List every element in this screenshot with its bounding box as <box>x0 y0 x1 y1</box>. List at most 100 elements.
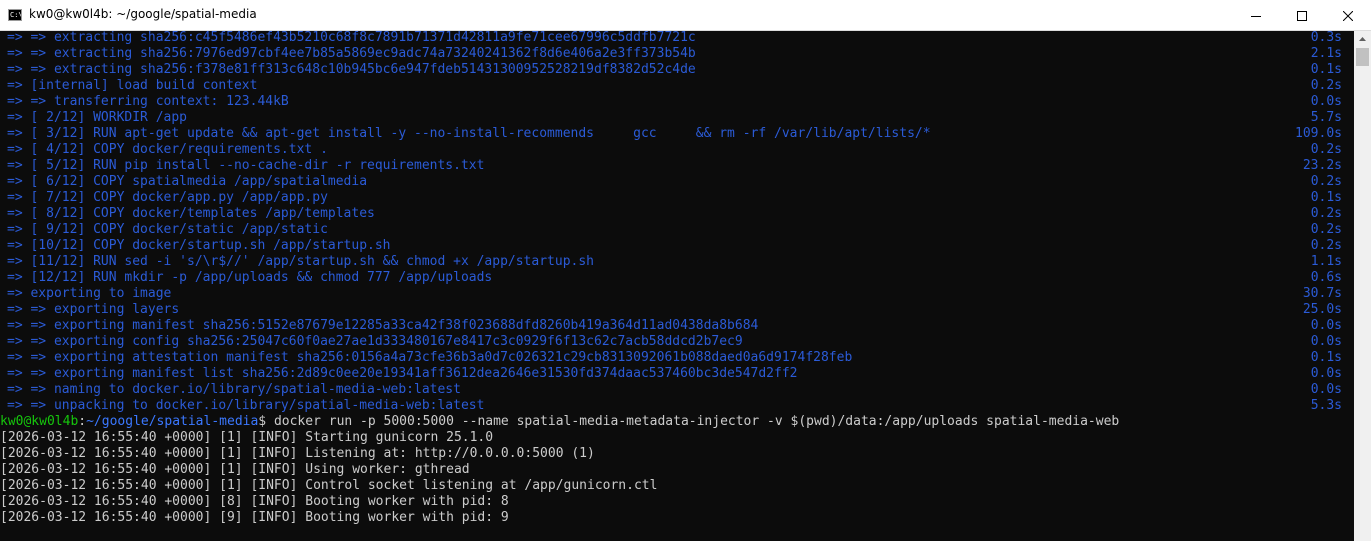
server-log-line: [2026-03-12 16:55:40 +0000] [8] [INFO] B… <box>0 494 1354 510</box>
build-step-duration: 0.2s <box>1310 222 1342 237</box>
build-log-line: => => exporting attestation manifest sha… <box>0 350 1354 366</box>
build-log-line: => [ 9/12] COPY docker/static /app/stati… <box>0 222 1354 238</box>
build-log-line: => exporting to image 30.7s <box>0 286 1354 302</box>
build-log-line: => => exporting manifest list sha256:2d8… <box>0 366 1354 382</box>
build-log-line: => => transferring context: 123.44kB 0.0s <box>0 94 1354 110</box>
build-step-text: => [ 6/12] COPY spatialmedia /app/spatia… <box>7 174 368 189</box>
build-log-line: => [10/12] COPY docker/startup.sh /app/s… <box>0 238 1354 254</box>
server-log-line: [2026-03-12 16:55:40 +0000] [1] [INFO] C… <box>0 478 1354 494</box>
build-step-text: => => exporting config sha256:25047c60f0… <box>7 334 743 349</box>
server-log-text: [2026-03-12 16:55:40 +0000] [1] [INFO] L… <box>0 446 595 461</box>
build-log-line: => => exporting layers 25.0s <box>0 302 1354 318</box>
build-step-duration: 0.2s <box>1310 238 1342 253</box>
server-log-text: [2026-03-12 16:55:40 +0000] [1] [INFO] U… <box>0 462 470 477</box>
build-log-line: => [ 2/12] WORKDIR /app 5.7s <box>0 110 1354 126</box>
build-step-text: => => naming to docker.io/library/spatia… <box>7 382 461 397</box>
build-log-line: => => extracting sha256:f378e81ff313c648… <box>0 62 1354 78</box>
command-prompt: kw0@kw0l4b:~/google/spatial-media$ docke… <box>0 414 1119 430</box>
console-app-icon[interactable]: C:\. <box>8 9 22 21</box>
build-step-text: => exporting to image <box>7 286 172 301</box>
minimize-icon <box>1251 15 1261 17</box>
build-step-text: => [internal] load build context <box>7 78 258 93</box>
scroll-up-arrow-icon <box>1359 37 1366 41</box>
build-step-duration: 0.1s <box>1310 350 1342 365</box>
close-icon <box>1343 10 1353 21</box>
build-step-text: => => exporting layers <box>7 302 180 317</box>
server-log-line: [2026-03-12 16:55:40 +0000] [1] [INFO] S… <box>0 430 1354 446</box>
build-step-duration: 109.0s <box>1295 126 1342 141</box>
build-log-line: => [ 5/12] RUN pip install --no-cache-di… <box>0 158 1354 174</box>
build-log-line: => [ 3/12] RUN apt-get update && apt-get… <box>0 126 1354 142</box>
prompt-separator: : <box>78 414 87 429</box>
build-step-text: => [ 4/12] COPY docker/requirements.txt … <box>7 142 328 157</box>
build-step-text: => => unpacking to docker.io/library/spa… <box>7 398 485 413</box>
terminal-text: => => extracting sha256:c45f5486ef43b521… <box>0 31 1354 526</box>
command-prompt-line: kw0@kw0l4b:~/google/spatial-media$ docke… <box>0 414 1354 430</box>
build-step-duration: 0.2s <box>1310 174 1342 189</box>
prompt-user-host: kw0@kw0l4b <box>0 414 79 429</box>
build-step-duration: 1.1s <box>1310 254 1342 269</box>
build-step-duration: 23.2s <box>1302 158 1342 173</box>
prompt-command: docker run -p 5000:5000 --name spatial-m… <box>266 414 1120 429</box>
build-log-line: => [ 7/12] COPY docker/app.py /app/app.p… <box>0 190 1354 206</box>
build-log-line: => [ 8/12] COPY docker/templates /app/te… <box>0 206 1354 222</box>
build-step-duration: 30.7s <box>1302 286 1342 301</box>
build-step-text: => [ 9/12] COPY docker/static /app/stati… <box>7 222 328 237</box>
build-step-text: => [ 2/12] WORKDIR /app <box>7 110 188 125</box>
build-step-duration: 0.3s <box>1310 31 1342 45</box>
build-log-line: => => extracting sha256:c45f5486ef43b521… <box>0 31 1354 46</box>
build-step-duration: 5.7s <box>1310 110 1342 125</box>
prompt-path: ~/google/spatial-media <box>86 414 259 429</box>
build-log-line: => [11/12] RUN sed -i 's/\r$//' /app/sta… <box>0 254 1354 270</box>
terminal-window: C:\. kw0@kw0l4b: ~/google/spatial-media … <box>0 0 1371 541</box>
build-step-text: => [11/12] RUN sed -i 's/\r$//' /app/sta… <box>7 254 594 269</box>
build-step-duration: 5.3s <box>1310 398 1342 413</box>
maximize-button[interactable] <box>1279 0 1325 31</box>
server-log-line: [2026-03-12 16:55:40 +0000] [9] [INFO] B… <box>0 510 1354 526</box>
build-step-text: => [12/12] RUN mkdir -p /app/uploads && … <box>7 270 493 285</box>
build-step-duration: 25.0s <box>1302 302 1342 317</box>
build-step-text: => => exporting attestation manifest sha… <box>7 350 853 365</box>
build-log-line: => [ 4/12] COPY docker/requirements.txt … <box>0 142 1354 158</box>
build-log-line: => [internal] load build context 0.2s <box>0 78 1354 94</box>
build-log-line: => => unpacking to docker.io/library/spa… <box>0 398 1354 414</box>
vertical-scrollbar[interactable] <box>1354 31 1371 541</box>
build-step-duration: 2.1s <box>1310 46 1342 61</box>
scroll-up-button[interactable] <box>1354 31 1371 48</box>
minimize-button[interactable] <box>1233 0 1279 31</box>
build-step-duration: 0.1s <box>1310 62 1342 77</box>
build-step-duration: 0.0s <box>1310 366 1342 381</box>
build-step-text: => [ 8/12] COPY docker/templates /app/te… <box>7 206 375 221</box>
build-step-duration: 0.0s <box>1310 318 1342 333</box>
build-log-line: => => exporting config sha256:25047c60f0… <box>0 334 1354 350</box>
console-output[interactable]: => => extracting sha256:c45f5486ef43b521… <box>0 31 1354 541</box>
server-log-line: [2026-03-12 16:55:40 +0000] [1] [INFO] L… <box>0 446 1354 462</box>
build-log-line: => [12/12] RUN mkdir -p /app/uploads && … <box>0 270 1354 286</box>
build-step-text: => [10/12] COPY docker/startup.sh /app/s… <box>7 238 391 253</box>
build-step-text: => => extracting sha256:c45f5486ef43b521… <box>7 31 696 45</box>
build-log-line: => [ 6/12] COPY spatialmedia /app/spatia… <box>0 174 1354 190</box>
server-log-text: [2026-03-12 16:55:40 +0000] [1] [INFO] S… <box>0 430 494 445</box>
build-step-duration: 0.2s <box>1310 78 1342 93</box>
build-step-text: => => exporting manifest list sha256:2d8… <box>7 366 798 381</box>
scrollbar-thumb[interactable] <box>1356 48 1369 66</box>
build-step-text: => [ 7/12] COPY docker/app.py /app/app.p… <box>7 190 328 205</box>
close-button[interactable] <box>1325 0 1371 31</box>
build-step-text: => => exporting manifest sha256:5152e876… <box>7 318 759 333</box>
build-log-line: => => naming to docker.io/library/spatia… <box>0 382 1354 398</box>
build-step-text: => [ 3/12] RUN apt-get update && apt-get… <box>7 126 931 141</box>
window-title: kw0@kw0l4b: ~/google/spatial-media <box>29 7 257 21</box>
build-step-duration: 0.2s <box>1310 206 1342 221</box>
build-step-duration: 0.0s <box>1310 334 1342 349</box>
build-step-duration: 0.2s <box>1310 142 1342 157</box>
title-bar[interactable]: C:\. kw0@kw0l4b: ~/google/spatial-media <box>0 0 1371 31</box>
build-step-duration: 0.1s <box>1310 190 1342 205</box>
build-step-text: => [ 5/12] RUN pip install --no-cache-di… <box>7 158 485 173</box>
maximize-icon <box>1297 10 1307 21</box>
build-step-duration: 0.0s <box>1310 382 1342 397</box>
build-log-line: => => extracting sha256:7976ed97cbf4ee7b… <box>0 46 1354 62</box>
prompt-symbol: $ <box>258 414 267 429</box>
build-step-duration: 0.0s <box>1310 94 1342 109</box>
server-log-text: [2026-03-12 16:55:40 +0000] [9] [INFO] B… <box>0 510 509 525</box>
server-log-text: [2026-03-12 16:55:40 +0000] [8] [INFO] B… <box>0 494 509 509</box>
